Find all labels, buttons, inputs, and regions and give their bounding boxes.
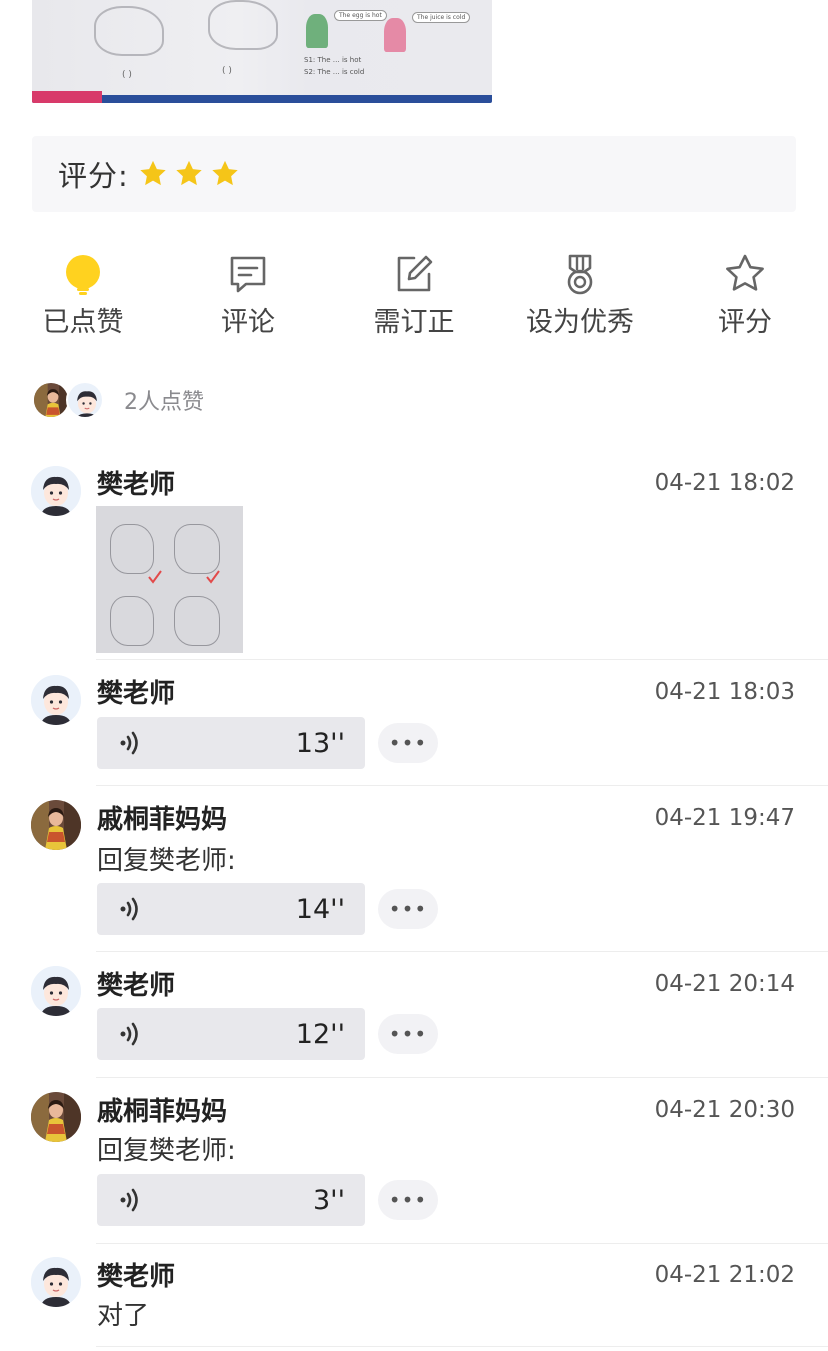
voice-duration: 12'' [295, 1018, 345, 1050]
comment-author: 戚桐菲妈妈 [97, 805, 228, 835]
voice-wave-icon [120, 731, 138, 755]
sketch-drawing [110, 596, 154, 646]
comment-item: 樊老师 04-21 20:14 12'' ••• [0, 952, 828, 1078]
avatar[interactable] [31, 1257, 81, 1307]
check-mark-icon [206, 570, 220, 584]
voice-duration: 13'' [295, 727, 345, 759]
speech-bubble: The juice is cold [412, 12, 471, 23]
more-options-button[interactable]: ••• [378, 889, 438, 929]
sketch-drawing [174, 524, 220, 574]
sketch-drawing [110, 524, 154, 574]
voice-message[interactable]: 3'' [97, 1174, 365, 1226]
voice-message[interactable]: 12'' [97, 1008, 365, 1060]
set-excellent-button[interactable]: 设为优秀 [510, 252, 650, 339]
star-filled-icon [140, 160, 166, 186]
comment-button-label: 评论 [221, 307, 275, 338]
comment-time: 04-21 18:03 [654, 679, 795, 705]
star-filled-icon [212, 160, 238, 186]
photo-page-tab [32, 91, 102, 103]
comment-image[interactable] [96, 506, 243, 653]
avatar[interactable] [31, 966, 81, 1016]
voice-wave-icon [120, 1022, 138, 1046]
reply-to-label: 回复樊老师: [97, 846, 236, 876]
rating-bar: 评分: [32, 136, 796, 212]
more-options-button[interactable]: ••• [378, 1014, 438, 1054]
set-excellent-label: 设为优秀 [526, 307, 634, 338]
action-bar: 已点赞 评论 需订正 设为优秀 评分 [0, 252, 828, 342]
edit-icon [397, 255, 433, 292]
voice-message[interactable]: 13'' [97, 717, 365, 769]
divider [96, 1346, 828, 1347]
comment-time: 04-21 19:47 [654, 805, 795, 831]
likes-row[interactable]: 2人点赞 [32, 380, 204, 420]
sketch-drawing [174, 596, 220, 646]
comment-author: 樊老师 [97, 679, 176, 709]
needs-correction-label: 需订正 [373, 307, 455, 338]
more-options-button[interactable]: ••• [378, 1180, 438, 1220]
rate-button[interactable]: 评分 [675, 252, 815, 339]
lightbulb-icon [66, 255, 100, 295]
needs-correction-button[interactable]: 需订正 [344, 252, 484, 339]
voice-wave-icon [120, 897, 138, 921]
more-options-button[interactable]: ••• [378, 723, 438, 763]
likes-count: 2人点赞 [124, 390, 204, 415]
homework-photo[interactable]: The egg is hot The juice is cold S1: The… [32, 0, 492, 103]
comment-item: 樊老师 04-21 18:02 [0, 458, 828, 660]
speech-bubble: The egg is hot [334, 10, 387, 21]
comment-item: 樊老师 04-21 21:02 对了 [0, 1244, 828, 1347]
comment-text: 对了 [97, 1301, 150, 1331]
exercise-line: S2: The … is cold [304, 68, 365, 76]
comment-item: 樊老师 04-21 18:03 13'' ••• [0, 660, 828, 786]
voice-wave-icon [120, 1188, 138, 1212]
voice-duration: 14'' [295, 893, 345, 925]
comment-author: 樊老师 [97, 971, 176, 1001]
figure-boy [306, 14, 328, 48]
comment-item: 戚桐菲妈妈 04-21 19:47 回复樊老师: 14'' ••• [0, 786, 828, 952]
comment-author: 樊老师 [97, 470, 176, 500]
check-mark-icon [148, 570, 162, 584]
rating-stars [137, 158, 241, 190]
figure-girl [384, 18, 406, 52]
avatar [32, 381, 70, 419]
exercise-line: S1: The … is hot [304, 56, 362, 64]
comment-time: 04-21 18:02 [654, 470, 795, 496]
voice-duration: 3'' [312, 1184, 345, 1216]
sketch-drawing [94, 6, 164, 56]
avatar [66, 381, 104, 419]
voice-message[interactable]: 14'' [97, 883, 365, 935]
like-button-label: 已点赞 [42, 307, 124, 338]
rate-button-label: 评分 [718, 307, 772, 338]
reply-to-label: 回复樊老师: [97, 1136, 236, 1166]
medal-icon [567, 254, 593, 295]
rating-label: 评分: [58, 159, 129, 193]
comment-item: 戚桐菲妈妈 04-21 20:30 回复樊老师: 3'' ••• [0, 1078, 828, 1244]
comment-author: 樊老师 [97, 1262, 176, 1292]
like-button[interactable]: 已点赞 [13, 252, 153, 339]
star-icon [726, 254, 764, 291]
avatar[interactable] [31, 466, 81, 516]
answer-brackets: ( ) [122, 70, 132, 80]
avatar[interactable] [31, 1092, 81, 1142]
comment-time: 04-21 20:30 [654, 1097, 795, 1123]
comment-author: 戚桐菲妈妈 [97, 1097, 228, 1127]
sketch-drawing [208, 0, 278, 50]
comment-time: 04-21 21:02 [654, 1262, 795, 1288]
avatar[interactable] [31, 675, 81, 725]
star-filled-icon [176, 160, 202, 186]
comment-time: 04-21 20:14 [654, 971, 795, 997]
comment-icon [230, 256, 266, 293]
avatar[interactable] [31, 800, 81, 850]
answer-brackets: ( ) [222, 66, 232, 76]
comment-button[interactable]: 评论 [178, 252, 318, 339]
